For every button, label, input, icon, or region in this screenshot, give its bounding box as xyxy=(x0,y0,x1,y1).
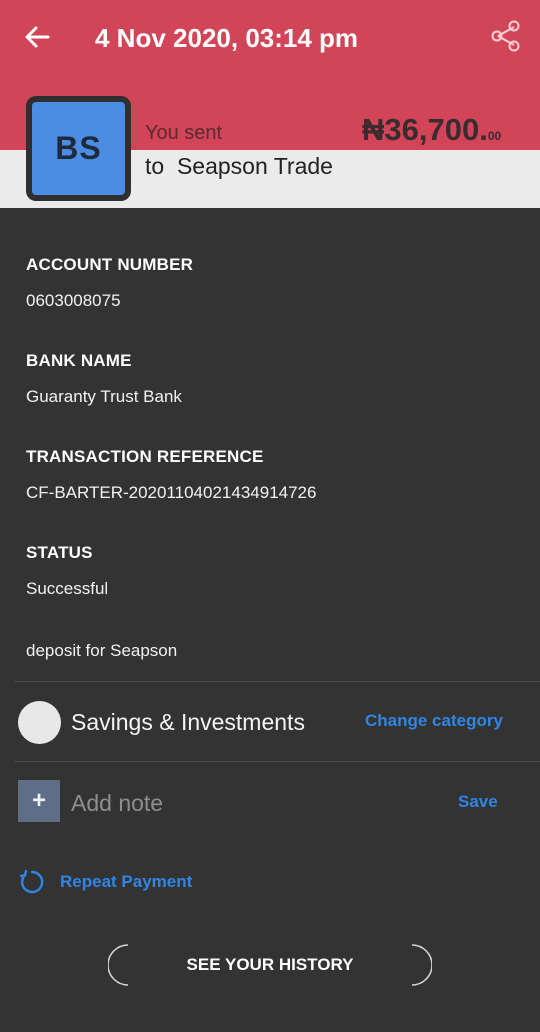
share-icon xyxy=(491,20,520,52)
divider xyxy=(14,681,540,682)
amount-main: ₦36,700. xyxy=(362,112,488,147)
see-history-button[interactable]: SEE YOUR HISTORY xyxy=(108,944,432,986)
bank-name-label: BANK NAME xyxy=(26,351,132,370)
account-number-label: ACCOUNT NUMBER xyxy=(26,255,194,274)
status-label: STATUS xyxy=(26,543,93,562)
add-note-plus-icon[interactable]: + xyxy=(18,780,60,822)
narration-text: deposit for Seapson xyxy=(26,641,178,660)
status-value: Successful xyxy=(26,579,109,598)
repeat-icon[interactable] xyxy=(18,868,46,896)
bank-name-value: Guaranty Trust Bank xyxy=(26,387,182,406)
transaction-reference-value: CF-BARTER-20201104021434914726 xyxy=(26,483,317,502)
page-title: 4 Nov 2020, 03:14 pm xyxy=(95,23,359,53)
share-button[interactable] xyxy=(488,18,524,54)
arrow-left-icon xyxy=(25,26,50,48)
category-icon xyxy=(18,701,61,744)
back-button[interactable] xyxy=(22,22,52,52)
avatar-initials: BS xyxy=(32,102,125,195)
save-note-button[interactable]: Save xyxy=(458,792,498,812)
repeat-payment-button[interactable]: Repeat Payment xyxy=(60,872,192,892)
change-category-button[interactable]: Change category xyxy=(365,711,503,731)
see-history-label: SEE YOUR HISTORY xyxy=(186,955,354,974)
recipient-name: to Seapson Trade xyxy=(145,153,333,179)
you-sent-label: You sent xyxy=(145,122,223,144)
amount: ₦36,700.00 xyxy=(362,112,501,148)
transaction-reference-label: TRANSACTION REFERENCE xyxy=(26,447,264,466)
divider xyxy=(14,761,540,762)
account-number-value: 0603008075 xyxy=(26,291,121,310)
category-name: Savings & Investments xyxy=(71,709,305,735)
amount-cents: 00 xyxy=(487,129,502,143)
avatar: BS xyxy=(26,96,131,201)
note-input[interactable] xyxy=(71,788,401,818)
